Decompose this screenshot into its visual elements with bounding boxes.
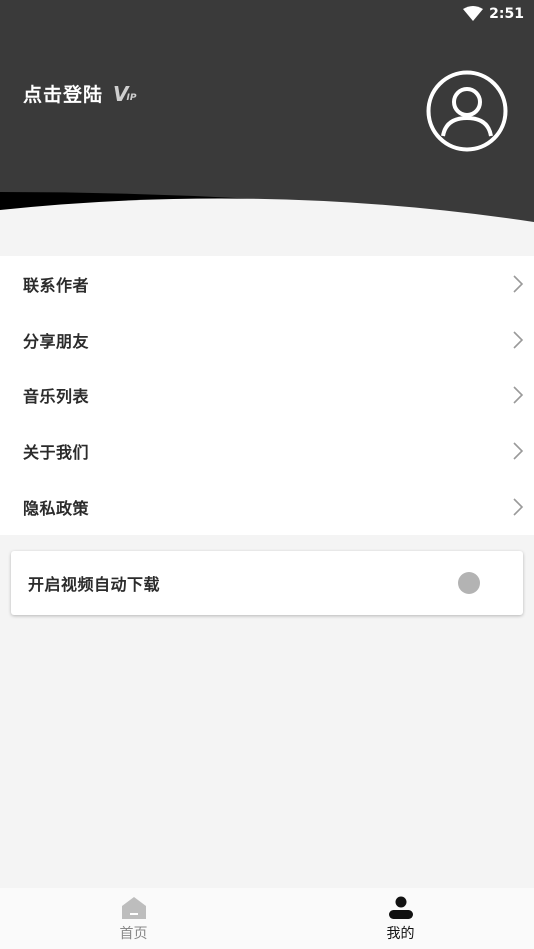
menu-item-music-list[interactable]: 音乐列表: [0, 368, 534, 424]
tab-mine-label: 我的: [386, 926, 415, 942]
chevron-right-icon: [513, 498, 524, 516]
chevron-right-icon: [513, 386, 524, 405]
chevron-right-icon: [513, 275, 524, 293]
status-time: 2:51: [489, 6, 524, 22]
menu-item-share-friends[interactable]: 分享朋友: [0, 312, 534, 368]
chevron-right-icon: [513, 331, 524, 349]
auto-download-card: 开启视频自动下载: [11, 551, 523, 615]
person-icon: [388, 896, 413, 919]
menu-item-label: 关于我们: [23, 443, 90, 463]
login-row[interactable]: 点击登陆 V IP: [23, 80, 136, 107]
tab-mine[interactable]: 我的: [267, 888, 534, 949]
chevron-right-icon: [513, 442, 524, 460]
bottom-nav: 首页 我的: [0, 888, 534, 949]
tab-home[interactable]: 首页: [0, 888, 267, 949]
menu-item-about-us[interactable]: 关于我们: [0, 423, 534, 479]
menu-item-contact-author[interactable]: 联系作者: [0, 256, 534, 312]
status-bar: 2:51: [463, 4, 524, 24]
profile-header: 2:51 点击登陆 V IP: [0, 0, 534, 222]
menu-item-label: 分享朋友: [23, 331, 90, 351]
home-icon: [121, 897, 146, 919]
header-curve: [0, 192, 534, 222]
vip-icon: V IP: [113, 81, 137, 106]
auto-download-toggle[interactable]: [458, 572, 480, 594]
auto-download-label: 开启视频自动下载: [28, 575, 161, 594]
settings-menu: 联系作者 分享朋友 音乐列表 关于我们 隐私政策: [0, 256, 534, 535]
menu-item-label: 隐私政策: [23, 499, 90, 519]
user-circle-icon[interactable]: [426, 70, 508, 152]
menu-item-label: 音乐列表: [23, 387, 90, 407]
wifi-icon: [463, 6, 484, 21]
menu-item-label: 联系作者: [23, 275, 90, 295]
tab-home-label: 首页: [119, 926, 148, 942]
menu-item-privacy-policy[interactable]: 隐私政策: [0, 479, 534, 535]
login-link[interactable]: 点击登陆: [23, 80, 103, 107]
